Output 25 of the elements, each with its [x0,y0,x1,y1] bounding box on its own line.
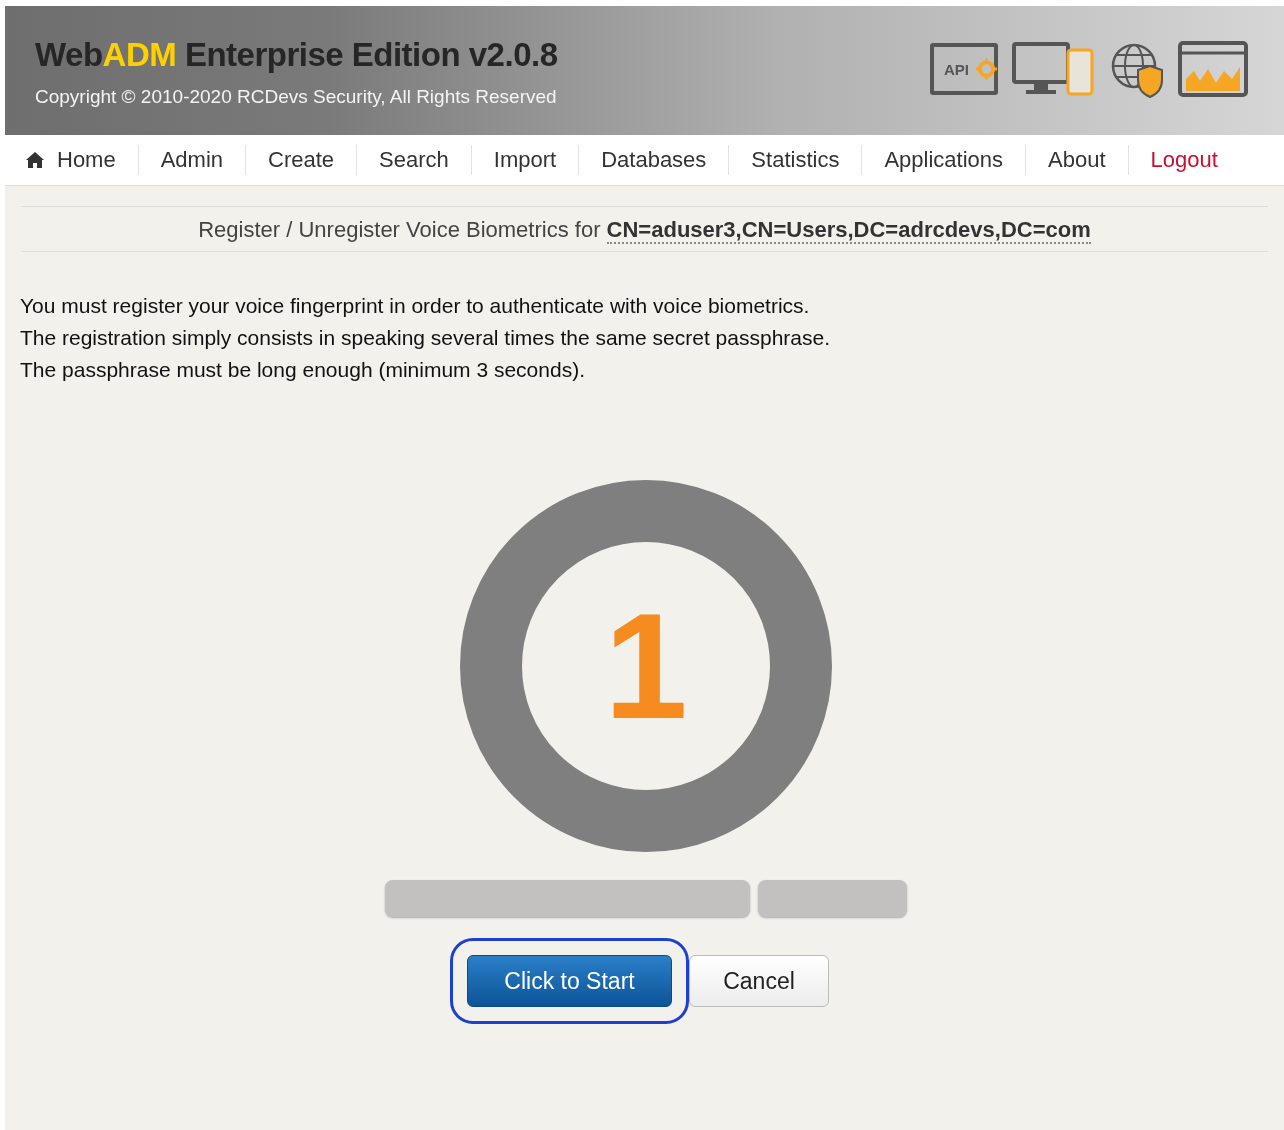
object-link[interactable]: CN=aduser3,CN=Users,DC=adrcdevs,DC=com [606,217,1091,244]
counter-digit: 1 [604,591,688,741]
nav-link[interactable]: Admin [138,145,247,175]
nav-link[interactable]: About [1026,145,1129,175]
copyright-text: Copyright © 2010-2020 RCDevs Security, All Rights Reserved [35,86,558,108]
api-label: API [944,60,969,78]
nav-link[interactable]: Import [471,145,580,175]
app-title: WebADM Enterprise Edition v2.0.8 [35,36,558,74]
home-icon [25,151,45,169]
instruction-text: The registration simply consists in speaking several times the same secret passphrase. [20,325,832,351]
nav-link[interactable]: Create [246,145,358,175]
page-heading: Register / Unregister Voice Biometrics for CN=aduser3,CN=Users,DC=adrcdevs,DC=com [21,206,1268,252]
nav-link[interactable]: Logout [1128,145,1228,175]
gear-icon [975,57,998,81]
devices-icon [1012,40,1096,98]
chart-window-icon [1178,41,1248,97]
instruction-text: You must register your voice fingerprint in order to authenticate with voice biometrics. [20,293,811,319]
nav-link[interactable]: Home [5,145,139,175]
cancel-button[interactable]: Cancel [689,955,829,1007]
start-button[interactable]: Click to Start [467,955,672,1007]
nav-link[interactable]: Search [357,145,472,175]
nav-link[interactable]: Databases [579,145,730,175]
nav-link[interactable]: Statistics [729,145,863,175]
nav-link[interactable]: Applications [862,145,1027,175]
instruction-text: The passphrase must be long enough (minimum 3 seconds). [20,357,586,383]
